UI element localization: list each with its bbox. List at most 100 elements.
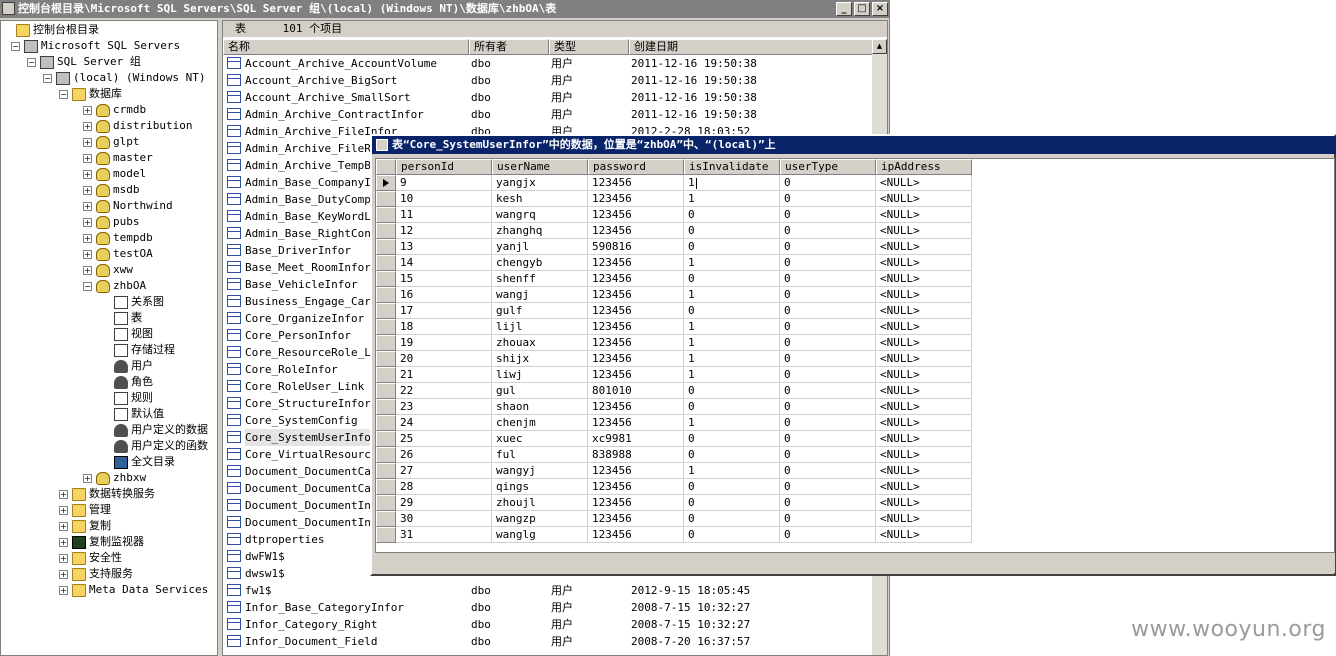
cell-userType[interactable]: 0 — [780, 495, 876, 511]
cell-userType[interactable]: 0 — [780, 399, 876, 415]
cell-ipAddress[interactable]: <NULL> — [876, 415, 972, 431]
tree-item[interactable]: + glpt — [83, 134, 140, 150]
table-row[interactable]: Account_Archive_BigSort dbo 用户 2011-12-16 1… — [223, 72, 873, 89]
cell-userName[interactable]: gulf — [492, 303, 588, 319]
cell-userType[interactable]: 0 — [780, 415, 876, 431]
cell-userName[interactable]: yanjl — [492, 239, 588, 255]
row-selector[interactable] — [376, 383, 396, 399]
column-owner[interactable]: 所有者 — [469, 39, 549, 55]
tree-item[interactable]: 关系图 — [101, 294, 164, 310]
expand-icon[interactable]: + — [83, 217, 92, 227]
cell-password[interactable]: 123456 — [588, 351, 684, 367]
cell-password[interactable]: 801010 — [588, 383, 684, 399]
cell-userType[interactable]: 0 — [780, 479, 876, 495]
cell-isInvalidate[interactable]: 1 — [684, 351, 780, 367]
cell-isInvalidate[interactable]: 0 — [684, 527, 780, 543]
expand-icon[interactable]: + — [59, 537, 68, 547]
cell-userType[interactable]: 0 — [780, 351, 876, 367]
cell-password[interactable]: 123456 — [588, 287, 684, 303]
table-row[interactable]: Infor_Document_Field dbo 用户 2008-7-20 16:37… — [223, 633, 873, 650]
table-row[interactable]: Account_Archive_SmallSort dbo 用户 2011-12-16… — [223, 89, 873, 106]
cell-password[interactable]: 123456 — [588, 335, 684, 351]
cell-userType[interactable]: 0 — [780, 255, 876, 271]
cell-userName[interactable]: shenff — [492, 271, 588, 287]
cell-personId[interactable]: 13 — [396, 239, 492, 255]
cell-password[interactable]: 123456 — [588, 367, 684, 383]
expand-icon[interactable]: + — [83, 265, 92, 275]
column-ipAddress[interactable]: ipAddress — [876, 159, 972, 175]
row-selector[interactable] — [376, 287, 396, 303]
cell-userName[interactable]: wanglg — [492, 527, 588, 543]
tree-item[interactable]: 表 — [101, 310, 142, 326]
cell-userName[interactable]: zhoujl — [492, 495, 588, 511]
cell-isInvalidate[interactable]: 0 — [684, 239, 780, 255]
row-selector[interactable] — [376, 191, 396, 207]
cell-password[interactable]: 123456 — [588, 207, 684, 223]
tree-item[interactable]: + pubs — [83, 214, 140, 230]
cell-userType[interactable]: 0 — [780, 287, 876, 303]
cell-isInvalidate[interactable]: 0 — [684, 511, 780, 527]
tree-item[interactable]: − 数据库 — [59, 86, 122, 102]
console-tree[interactable]: 控制台根目录 − Microsoft SQL Servers − SQL Server … — [0, 20, 218, 656]
cell-ipAddress[interactable]: <NULL> — [876, 431, 972, 447]
cell-personId[interactable]: 26 — [396, 447, 492, 463]
cell-isInvalidate[interactable]: 1 — [684, 415, 780, 431]
maximize-button[interactable]: □ — [854, 2, 870, 16]
cell-ipAddress[interactable]: <NULL> — [876, 239, 972, 255]
cell-userType[interactable]: 0 — [780, 383, 876, 399]
cell-ipAddress[interactable]: <NULL> — [876, 287, 972, 303]
cell-password[interactable]: 123456 — [588, 255, 684, 271]
cell-ipAddress[interactable]: <NULL> — [876, 383, 972, 399]
cell-ipAddress[interactable]: <NULL> — [876, 223, 972, 239]
expand-icon[interactable]: + — [59, 505, 68, 515]
tree-item[interactable]: + crmdb — [83, 102, 146, 118]
column-created[interactable]: 创建日期 — [629, 39, 873, 55]
cell-isInvalidate[interactable]: 1 — [684, 191, 780, 207]
row-selector[interactable] — [376, 511, 396, 527]
cell-ipAddress[interactable]: <NULL> — [876, 495, 972, 511]
cell-password[interactable]: 123456 — [588, 191, 684, 207]
cell-ipAddress[interactable]: <NULL> — [876, 335, 972, 351]
cell-personId[interactable]: 11 — [396, 207, 492, 223]
cell-password[interactable]: xc9981 — [588, 431, 684, 447]
row-selector[interactable] — [376, 367, 396, 383]
expand-icon[interactable]: + — [83, 249, 92, 259]
cell-userType[interactable]: 0 — [780, 527, 876, 543]
cell-userType[interactable]: 0 — [780, 191, 876, 207]
cell-personId[interactable]: 15 — [396, 271, 492, 287]
close-button[interactable]: × — [872, 2, 888, 16]
cell-isInvalidate[interactable]: 0 — [684, 431, 780, 447]
cell-isInvalidate[interactable]: 1 — [684, 255, 780, 271]
cell-personId[interactable]: 28 — [396, 479, 492, 495]
cell-ipAddress[interactable]: <NULL> — [876, 479, 972, 495]
tree-item[interactable]: + zhbxw — [83, 470, 146, 486]
cell-userName[interactable]: chenjm — [492, 415, 588, 431]
tree-item[interactable]: − Microsoft SQL Servers — [11, 38, 180, 54]
cell-userName[interactable]: shaon — [492, 399, 588, 415]
row-selector[interactable] — [376, 447, 396, 463]
row-selector[interactable] — [376, 271, 396, 287]
cell-personId[interactable]: 14 — [396, 255, 492, 271]
tree-item[interactable]: + 安全性 — [59, 550, 122, 566]
cell-isInvalidate[interactable]: 1 — [684, 367, 780, 383]
collapse-icon[interactable]: − — [27, 57, 36, 67]
row-selector[interactable] — [376, 399, 396, 415]
cell-ipAddress[interactable]: <NULL> — [876, 303, 972, 319]
cell-password[interactable]: 123456 — [588, 319, 684, 335]
table-row[interactable]: Admin_Archive_ContractInfor dbo 用户 2011-12-… — [223, 106, 873, 123]
cell-userName[interactable]: kesh — [492, 191, 588, 207]
cell-personId[interactable]: 9 — [396, 175, 492, 191]
cell-userName[interactable]: yangjx — [492, 175, 588, 191]
column-password[interactable]: password — [588, 159, 684, 175]
data-grid[interactable]: personId userName password isInvalidate … — [375, 158, 1335, 553]
cell-userType[interactable]: 0 — [780, 431, 876, 447]
tree-item[interactable]: + model — [83, 166, 146, 182]
tree-item[interactable]: 用户定义的函数 — [101, 438, 208, 454]
tree-item[interactable]: + Northwind — [83, 198, 173, 214]
tree-item[interactable]: 视图 — [101, 326, 153, 342]
tree-item[interactable]: + 复制监视器 — [59, 534, 144, 550]
collapse-icon[interactable]: − — [11, 41, 20, 51]
cell-isInvalidate[interactable]: 1 — [684, 463, 780, 479]
expand-icon[interactable]: + — [59, 521, 68, 531]
cell-ipAddress[interactable]: <NULL> — [876, 207, 972, 223]
